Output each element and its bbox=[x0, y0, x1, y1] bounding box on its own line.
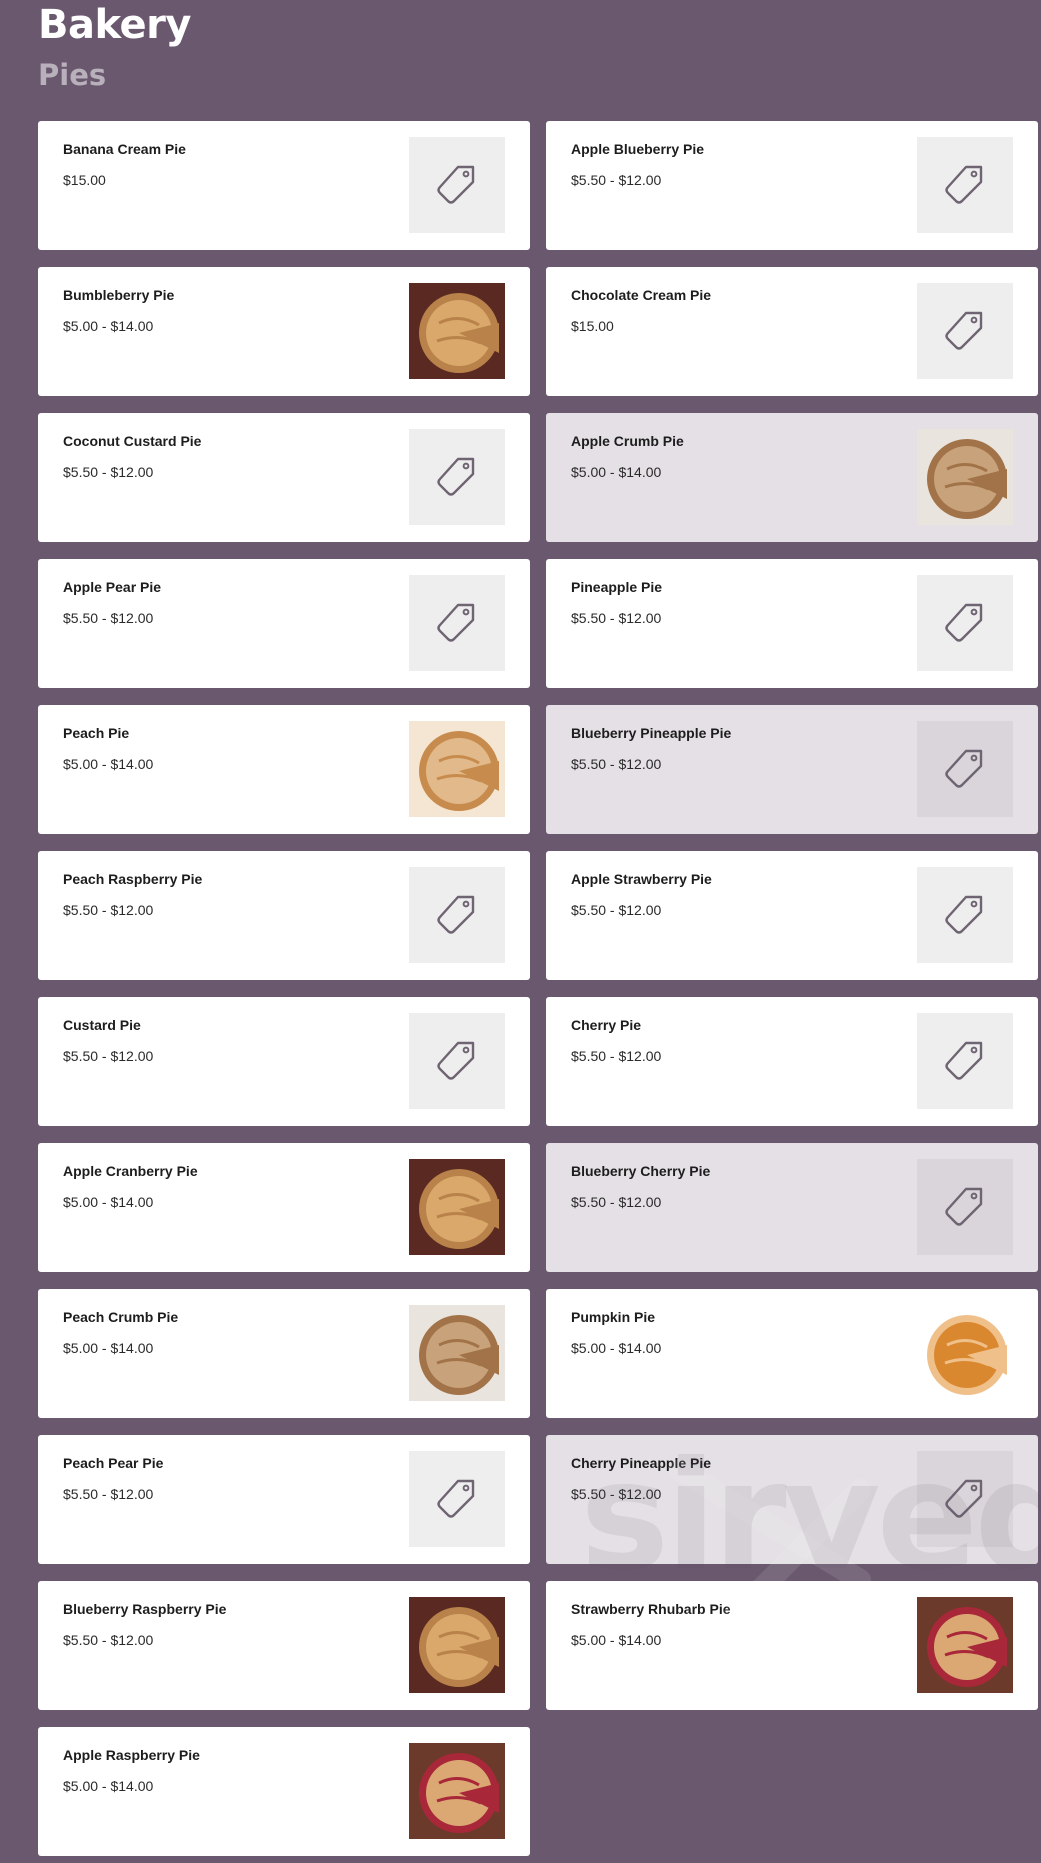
menu-item-card[interactable]: Blueberry Cherry Pie $5.50 - $12.00 bbox=[546, 1143, 1038, 1272]
price-tag-icon bbox=[409, 137, 505, 233]
price-tag-icon bbox=[917, 137, 1013, 233]
item-name: Apple Cranberry Pie bbox=[63, 1163, 198, 1179]
item-price: $5.00 - $14.00 bbox=[63, 1194, 154, 1210]
item-price: $15.00 bbox=[571, 318, 614, 334]
menu-item-card[interactable]: Peach Pie $5.00 - $14.00 bbox=[38, 705, 530, 834]
item-name: Apple Crumb Pie bbox=[571, 433, 684, 449]
item-name: Cherry Pie bbox=[571, 1017, 642, 1033]
item-price: $5.00 - $14.00 bbox=[63, 1340, 154, 1356]
item-price: $5.00 - $14.00 bbox=[571, 1340, 662, 1356]
menu-item-card[interactable]: Pumpkin Pie $5.00 - $14.00 bbox=[546, 1289, 1038, 1418]
menu-item-card[interactable]: Apple Strawberry Pie $5.50 - $12.00 bbox=[546, 851, 1038, 980]
menu-item-card[interactable]: Chocolate Cream Pie $15.00 bbox=[546, 267, 1038, 396]
item-price: $5.50 - $12.00 bbox=[571, 1194, 662, 1210]
item-price: $5.50 - $12.00 bbox=[571, 610, 662, 626]
section-title: Pies bbox=[38, 58, 107, 92]
pie-photo-thumbnail bbox=[917, 429, 1013, 525]
menu-item-card[interactable]: Peach Raspberry Pie $5.50 - $12.00 bbox=[38, 851, 530, 980]
item-name: Peach Pie bbox=[63, 725, 130, 741]
pie-photo-thumbnail bbox=[917, 1597, 1013, 1693]
item-price: $5.50 - $12.00 bbox=[571, 1048, 662, 1064]
item-name: Apple Strawberry Pie bbox=[571, 871, 712, 887]
item-price: $5.50 - $12.00 bbox=[63, 1632, 154, 1648]
price-tag-icon bbox=[917, 283, 1013, 379]
item-name: Peach Crumb Pie bbox=[63, 1309, 179, 1325]
item-name: Coconut Custard Pie bbox=[63, 433, 202, 449]
item-price: $5.50 - $12.00 bbox=[63, 902, 154, 918]
item-price: $5.50 - $12.00 bbox=[63, 1486, 154, 1502]
price-tag-icon bbox=[917, 575, 1013, 671]
menu-item-card[interactable]: Apple Crumb Pie $5.00 - $14.00 bbox=[546, 413, 1038, 542]
price-tag-icon bbox=[917, 721, 1013, 817]
item-name: Pumpkin Pie bbox=[571, 1309, 656, 1325]
menu-item-card[interactable]: Cherry Pineapple Pie $5.50 - $12.00 bbox=[546, 1435, 1038, 1564]
item-price: $5.00 - $14.00 bbox=[63, 318, 154, 334]
item-price: $5.00 - $14.00 bbox=[571, 464, 662, 480]
item-price: $5.50 - $12.00 bbox=[571, 902, 662, 918]
pie-photo-thumbnail bbox=[409, 1159, 505, 1255]
pie-photo-thumbnail bbox=[409, 721, 505, 817]
pie-photo-thumbnail bbox=[409, 1743, 505, 1839]
item-name: Strawberry Rhubarb Pie bbox=[571, 1601, 731, 1617]
menu-item-card[interactable]: Peach Pear Pie $5.50 - $12.00 bbox=[38, 1435, 530, 1564]
item-name: Blueberry Pineapple Pie bbox=[571, 725, 732, 741]
menu-items-grid: Banana Cream Pie $15.00 Apple Blueberry Pi… bbox=[38, 121, 1038, 1856]
menu-item-card[interactable]: Apple Cranberry Pie $5.00 - $14.00 bbox=[38, 1143, 530, 1272]
pie-photo-thumbnail bbox=[409, 1305, 505, 1401]
menu-item-card[interactable]: Pineapple Pie $5.50 - $12.00 bbox=[546, 559, 1038, 688]
item-price: $5.50 - $12.00 bbox=[63, 464, 154, 480]
price-tag-icon bbox=[409, 1013, 505, 1109]
item-price: $5.00 - $14.00 bbox=[571, 1632, 662, 1648]
price-tag-icon bbox=[917, 1451, 1013, 1547]
pie-photo-thumbnail bbox=[409, 1597, 505, 1693]
pie-photo-thumbnail bbox=[409, 283, 505, 379]
menu-item-card[interactable]: Coconut Custard Pie $5.50 - $12.00 bbox=[38, 413, 530, 542]
pie-photo-thumbnail bbox=[917, 1305, 1013, 1401]
price-tag-icon bbox=[409, 429, 505, 525]
price-tag-icon bbox=[917, 867, 1013, 963]
item-price: $5.50 - $12.00 bbox=[63, 1048, 154, 1064]
item-name: Chocolate Cream Pie bbox=[571, 287, 712, 303]
item-price: $5.00 - $14.00 bbox=[63, 1778, 154, 1794]
item-name: Peach Pear Pie bbox=[63, 1455, 164, 1471]
item-name: Peach Raspberry Pie bbox=[63, 871, 203, 887]
item-price: $5.50 - $12.00 bbox=[571, 756, 662, 772]
menu-item-card[interactable]: Peach Crumb Pie $5.00 - $14.00 bbox=[38, 1289, 530, 1418]
item-name: Apple Raspberry Pie bbox=[63, 1747, 200, 1763]
item-name: Bumbleberry Pie bbox=[63, 287, 175, 303]
price-tag-icon bbox=[409, 867, 505, 963]
item-name: Apple Blueberry Pie bbox=[571, 141, 705, 157]
item-name: Cherry Pineapple Pie bbox=[571, 1455, 712, 1471]
item-name: Apple Pear Pie bbox=[63, 579, 162, 595]
price-tag-icon bbox=[409, 575, 505, 671]
menu-item-card[interactable]: Custard Pie $5.50 - $12.00 bbox=[38, 997, 530, 1126]
item-price: $5.50 - $12.00 bbox=[571, 172, 662, 188]
item-price: $15.00 bbox=[63, 172, 106, 188]
item-name: Banana Cream Pie bbox=[63, 141, 186, 157]
menu-item-card[interactable]: Bumbleberry Pie $5.00 - $14.00 bbox=[38, 267, 530, 396]
price-tag-icon bbox=[917, 1159, 1013, 1255]
menu-item-card[interactable]: Blueberry Raspberry Pie $5.50 - $12.00 bbox=[38, 1581, 530, 1710]
item-name: Blueberry Cherry Pie bbox=[571, 1163, 711, 1179]
menu-item-card[interactable]: Cherry Pie $5.50 - $12.00 bbox=[546, 997, 1038, 1126]
price-tag-icon bbox=[917, 1013, 1013, 1109]
item-price: $5.50 - $12.00 bbox=[571, 1486, 662, 1502]
menu-item-card[interactable]: Apple Pear Pie $5.50 - $12.00 bbox=[38, 559, 530, 688]
item-price: $5.50 - $12.00 bbox=[63, 610, 154, 626]
item-name: Blueberry Raspberry Pie bbox=[63, 1601, 227, 1617]
menu-item-card[interactable]: Apple Raspberry Pie $5.00 - $14.00 bbox=[38, 1727, 530, 1856]
item-name: Pineapple Pie bbox=[571, 579, 663, 595]
item-name: Custard Pie bbox=[63, 1017, 141, 1033]
item-price: $5.00 - $14.00 bbox=[63, 756, 154, 772]
menu-item-card[interactable]: Apple Blueberry Pie $5.50 - $12.00 bbox=[546, 121, 1038, 250]
menu-item-card[interactable]: Strawberry Rhubarb Pie $5.00 - $14.00 bbox=[546, 1581, 1038, 1710]
menu-item-card[interactable]: Banana Cream Pie $15.00 bbox=[38, 121, 530, 250]
price-tag-icon bbox=[409, 1451, 505, 1547]
page-title: Bakery bbox=[38, 2, 191, 48]
menu-item-card[interactable]: Blueberry Pineapple Pie $5.50 - $12.00 bbox=[546, 705, 1038, 834]
